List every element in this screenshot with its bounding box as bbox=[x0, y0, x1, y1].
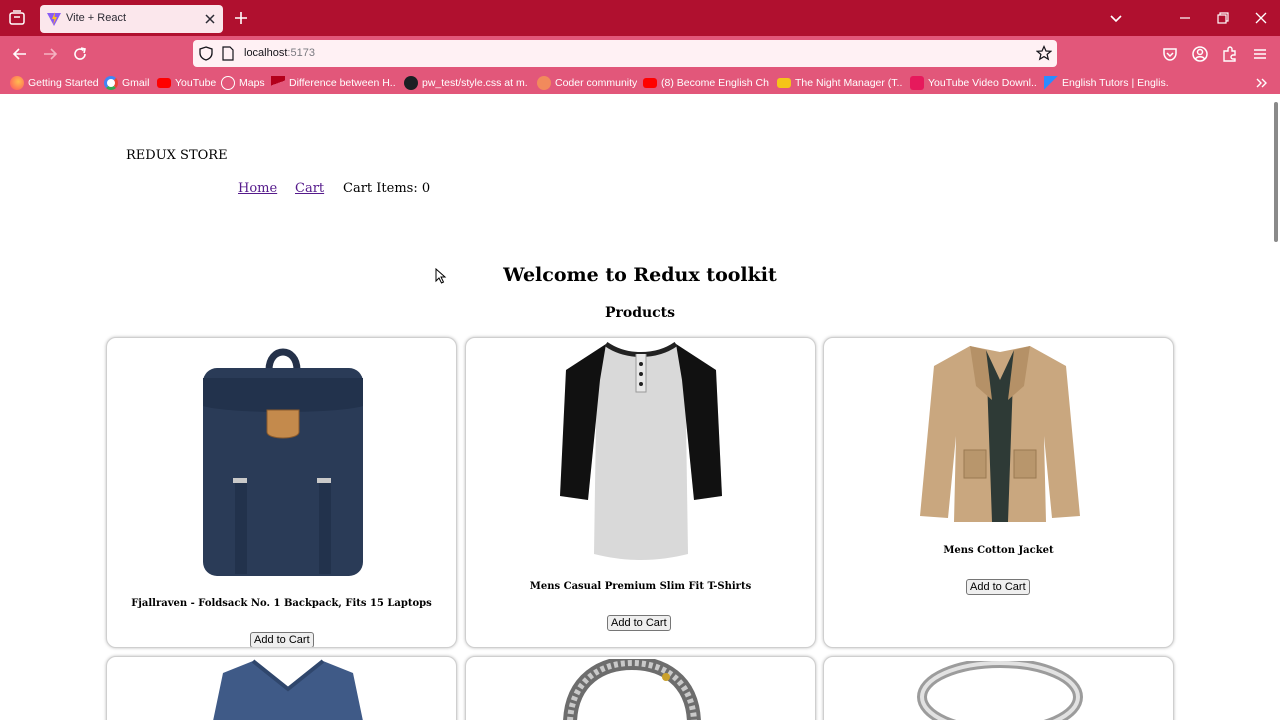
bookmark-label: English Tutors | Englis... bbox=[1062, 77, 1168, 89]
close-icon[interactable] bbox=[203, 12, 217, 26]
shield-icon[interactable] bbox=[199, 46, 213, 61]
product-title: Fjallraven - Foldsack No. 1 Backpack, Fi… bbox=[131, 598, 432, 609]
product-card: Mens Casual Premium Slim Fit T-Shirts Ad… bbox=[465, 337, 816, 648]
sweater-image bbox=[213, 659, 363, 720]
google-icon bbox=[104, 76, 118, 90]
cart-items-count: Cart Items: 0 bbox=[343, 181, 431, 196]
jacket-image bbox=[920, 346, 1080, 522]
bookmarks-bar: Getting Started Gmail YouTube Maps Diffe… bbox=[0, 72, 1280, 94]
community-icon bbox=[537, 76, 551, 90]
product-card: Mens Cotton Jacket Add to Cart bbox=[823, 337, 1174, 648]
add-to-cart-button[interactable]: Add to Cart bbox=[250, 632, 314, 647]
chevron-double-right-icon[interactable] bbox=[1255, 76, 1269, 90]
window-close-icon[interactable] bbox=[1252, 9, 1270, 27]
downloader-icon bbox=[910, 76, 924, 90]
restore-icon[interactable] bbox=[1214, 9, 1232, 27]
bookmark-item[interactable]: YouTube bbox=[157, 75, 216, 91]
address-bar[interactable]: localhost:5173 bbox=[193, 40, 1057, 67]
bookmark-label: Maps bbox=[239, 77, 265, 89]
bookmark-label: Coder community bbox=[555, 77, 638, 89]
reload-icon[interactable] bbox=[70, 44, 90, 64]
bookmark-label: Gmail bbox=[122, 77, 150, 89]
add-to-cart-button[interactable]: Add to Cart bbox=[607, 615, 671, 631]
back-arrow-icon[interactable] bbox=[10, 44, 30, 64]
url-text[interactable]: localhost:5173 bbox=[244, 47, 315, 59]
backpack-image bbox=[203, 348, 363, 576]
vue-icon bbox=[271, 76, 285, 90]
tab-title: Vite + React bbox=[66, 12, 127, 24]
page-info-icon[interactable] bbox=[222, 46, 234, 61]
nav-link-home[interactable]: Home bbox=[238, 181, 277, 196]
browser-tab-active[interactable]: Vite + React bbox=[40, 5, 223, 33]
menu-hamburger-icon[interactable] bbox=[1250, 44, 1270, 64]
bookmark-item[interactable]: Maps bbox=[221, 75, 265, 91]
bookmark-item[interactable]: Gmail bbox=[104, 75, 149, 91]
scrollbar[interactable] bbox=[1274, 102, 1278, 242]
bookmark-item[interactable]: Difference between H... bbox=[271, 75, 395, 91]
bracelet-image bbox=[563, 659, 701, 720]
youtube-icon bbox=[157, 78, 171, 88]
tutor-icon bbox=[1044, 76, 1058, 90]
bookmark-item[interactable]: The Night Manager (T... bbox=[777, 75, 903, 91]
minimize-icon[interactable] bbox=[1176, 9, 1194, 27]
ring-image bbox=[917, 661, 1083, 720]
product-card bbox=[823, 656, 1174, 720]
bookmark-label: YouTube bbox=[175, 77, 217, 89]
bookmark-label: YouTube Video Downl... bbox=[928, 77, 1036, 89]
bookmark-star-icon[interactable] bbox=[1036, 45, 1052, 61]
product-title: Mens Cotton Jacket bbox=[943, 545, 1054, 556]
bookmark-label: The Night Manager (T... bbox=[795, 77, 903, 89]
vite-favicon-icon bbox=[47, 12, 61, 26]
add-to-cart-button[interactable]: Add to Cart bbox=[966, 579, 1030, 595]
tab-list-icon[interactable] bbox=[6, 8, 28, 28]
tab-bar: Vite + React bbox=[0, 0, 1280, 36]
github-icon bbox=[404, 76, 418, 90]
chevron-down-icon[interactable] bbox=[1108, 10, 1124, 26]
store-brand: REDUX STORE bbox=[126, 148, 228, 163]
nav-toolbar: localhost:5173 bbox=[0, 36, 1280, 72]
forward-arrow-icon[interactable] bbox=[40, 44, 60, 64]
bookmark-item[interactable]: (8) Become English Ch... bbox=[643, 75, 769, 91]
extensions-icon[interactable] bbox=[1220, 44, 1240, 64]
bookmark-label: Difference between H... bbox=[289, 77, 395, 89]
bookmark-item[interactable]: Coder community bbox=[537, 75, 637, 91]
product-title: Mens Casual Premium Slim Fit T-Shirts bbox=[529, 581, 752, 592]
product-card: Fjallraven - Foldsack No. 1 Backpack, Fi… bbox=[106, 337, 457, 648]
bookmark-item[interactable]: English Tutors | Englis... bbox=[1044, 75, 1168, 91]
nav-link-cart[interactable]: Cart bbox=[295, 181, 324, 196]
product-card bbox=[465, 656, 816, 720]
pocket-icon[interactable] bbox=[1160, 44, 1180, 64]
bookmark-label: pw_test/style.css at m... bbox=[422, 77, 528, 89]
bookmark-item[interactable]: YouTube Video Downl... bbox=[910, 75, 1036, 91]
tshirt-image bbox=[560, 341, 722, 560]
page-viewport: REDUX STORE Home Cart Cart Items: 0 Welc… bbox=[0, 94, 1280, 720]
firefox-icon bbox=[10, 76, 24, 90]
bookmark-item[interactable]: Getting Started bbox=[10, 75, 99, 91]
bookmark-label: Getting Started bbox=[28, 77, 99, 89]
bookmark-item[interactable]: pw_test/style.css at m... bbox=[404, 75, 528, 91]
page-heading: Welcome to Redux toolkit bbox=[503, 264, 777, 286]
youtube-icon bbox=[643, 78, 657, 88]
new-tab-plus-icon[interactable] bbox=[232, 9, 250, 27]
product-card bbox=[106, 656, 457, 720]
globe-icon bbox=[221, 76, 235, 90]
products-heading: Products bbox=[604, 305, 676, 321]
imdb-icon bbox=[777, 78, 791, 88]
account-icon[interactable] bbox=[1190, 44, 1210, 64]
bookmark-label: (8) Become English Ch... bbox=[661, 77, 769, 89]
